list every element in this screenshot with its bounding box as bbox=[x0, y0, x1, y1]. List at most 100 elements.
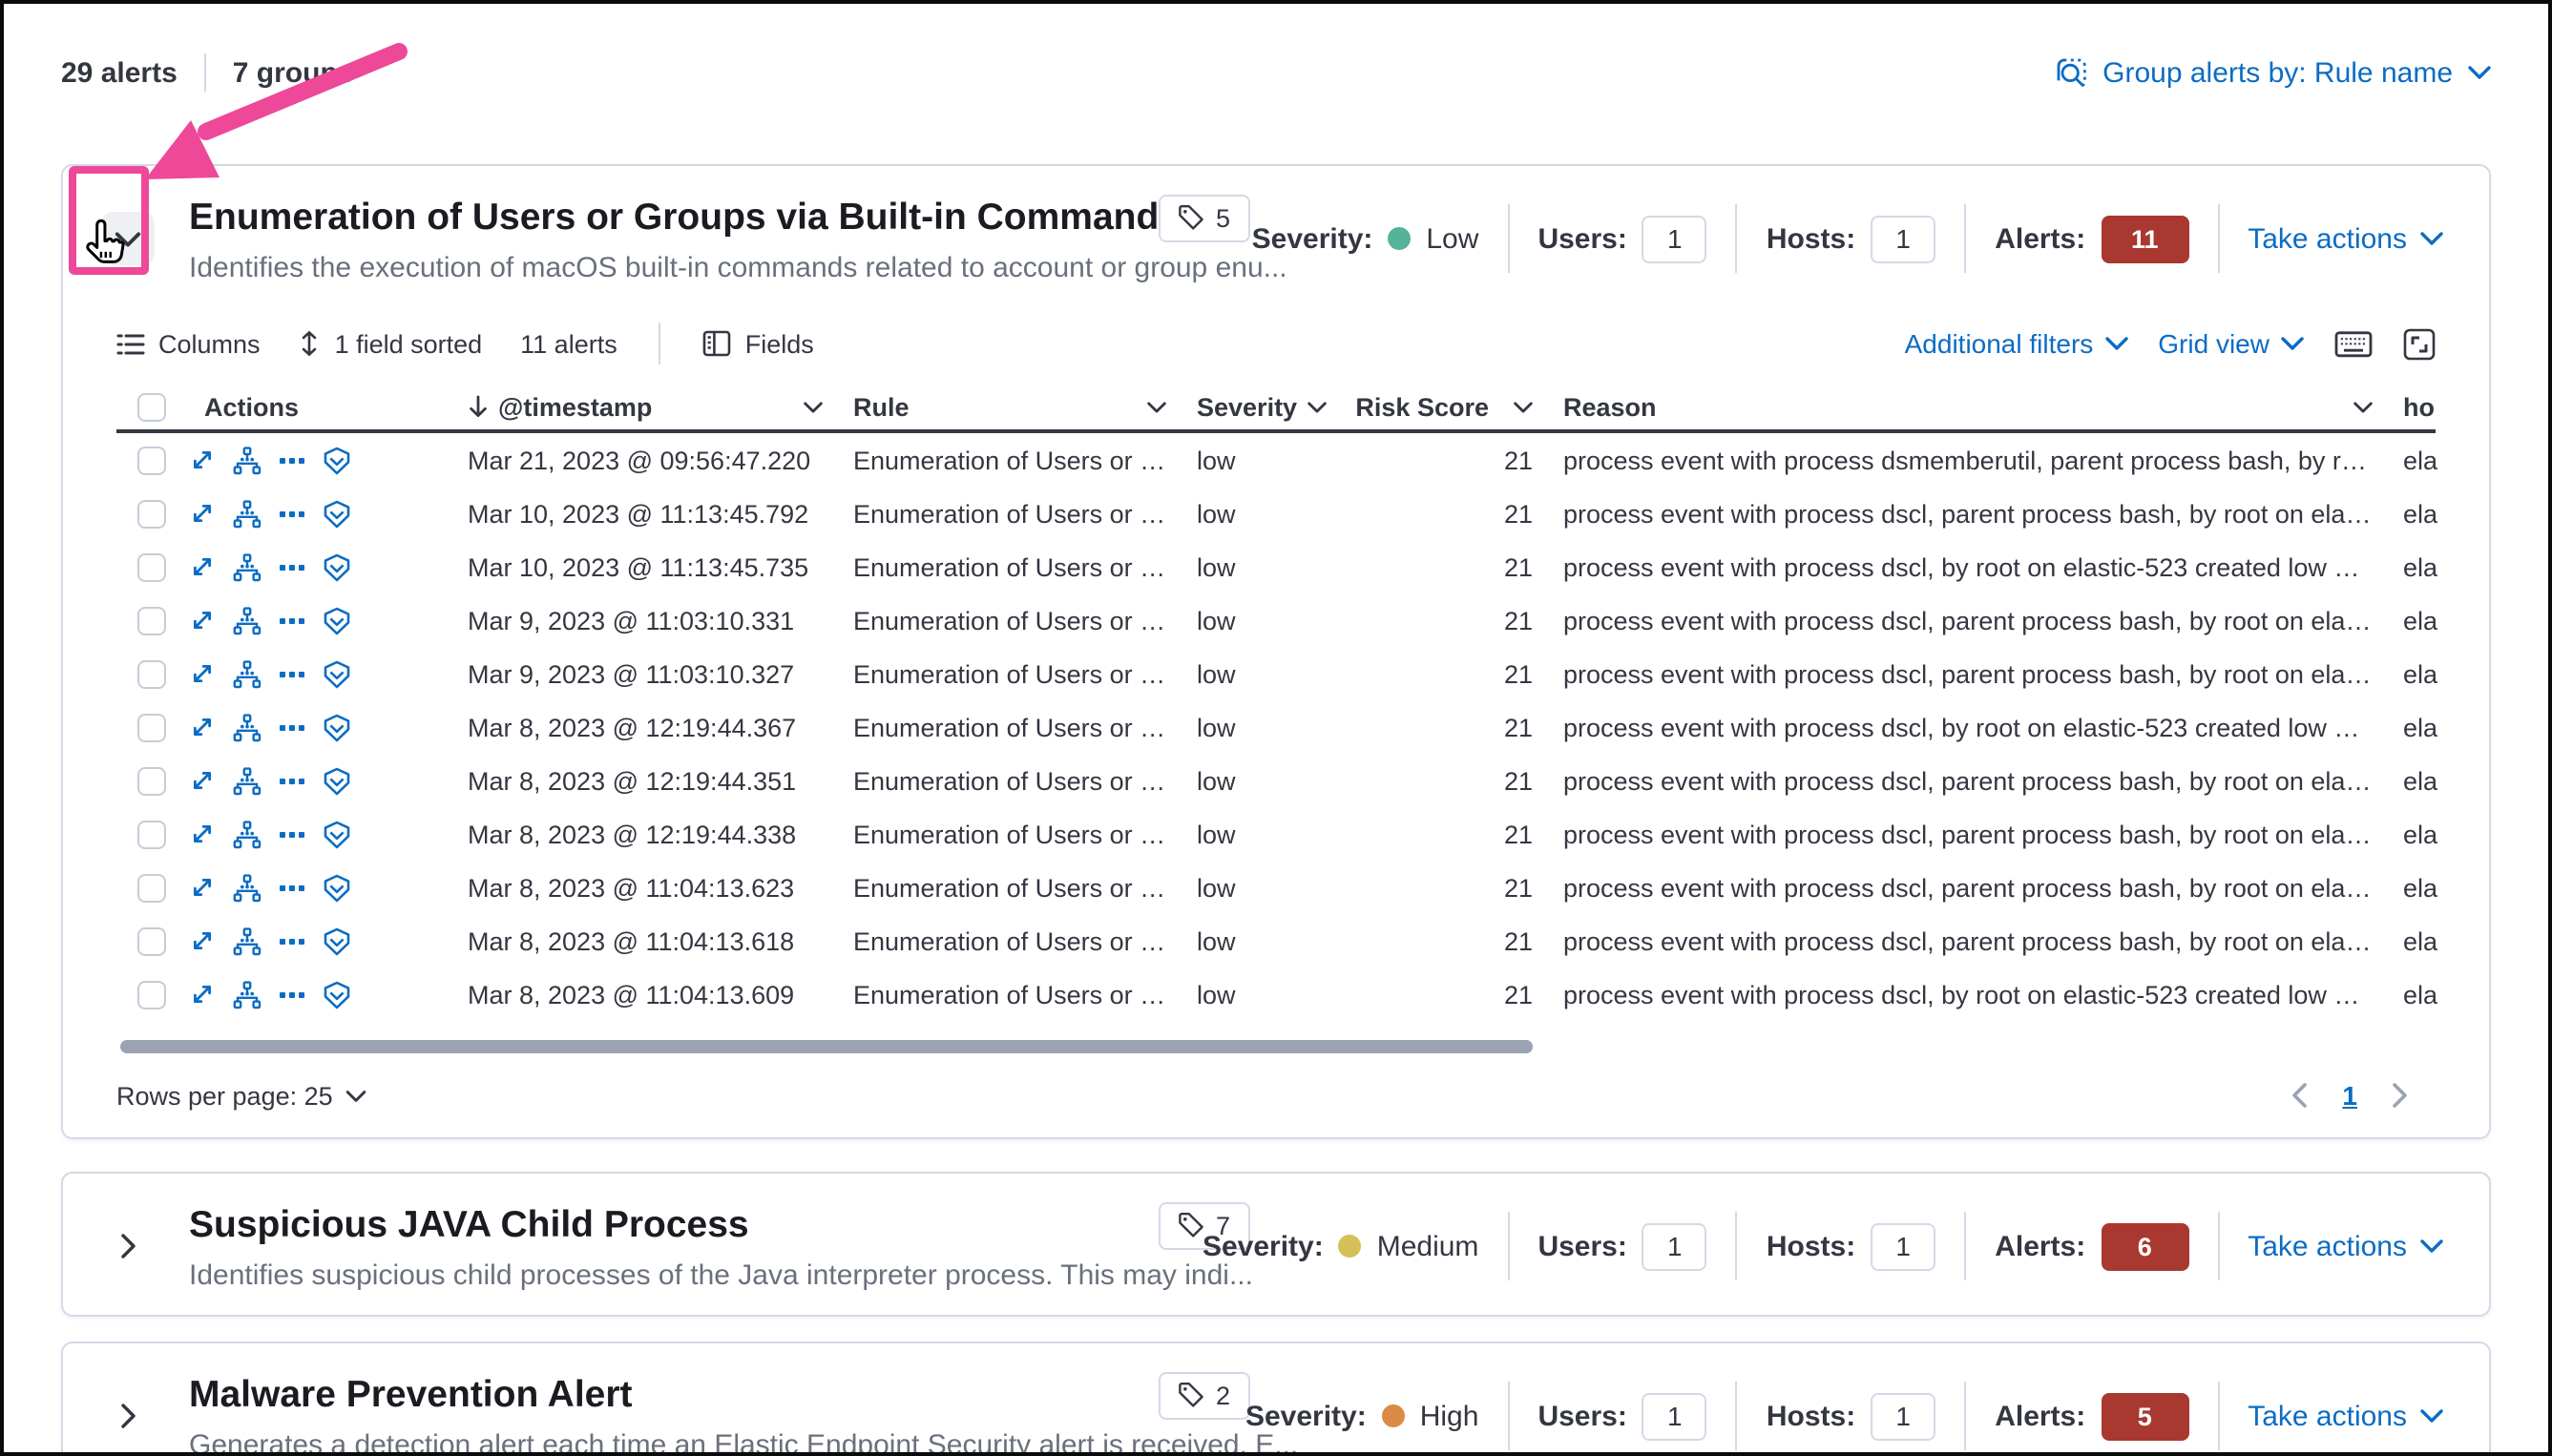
more-actions-button[interactable] bbox=[279, 989, 305, 999]
more-actions-button[interactable] bbox=[279, 722, 305, 732]
expand-alert-detail-button[interactable] bbox=[189, 874, 216, 901]
row-checkbox[interactable] bbox=[136, 552, 165, 581]
rows-per-page-button[interactable]: Rows per page: 25 bbox=[116, 1081, 367, 1110]
more-actions-button[interactable] bbox=[279, 615, 305, 625]
keyboard-shortcuts-button[interactable] bbox=[2334, 329, 2373, 358]
open-session-view-button[interactable] bbox=[323, 606, 351, 634]
additional-filters-button[interactable]: Additional filters bbox=[1905, 328, 2128, 359]
group-alerts-by-button[interactable]: Group alerts by: Rule name bbox=[2055, 56, 2491, 89]
more-actions-button[interactable] bbox=[279, 455, 305, 465]
fullscreen-button[interactable] bbox=[2403, 327, 2436, 360]
take-actions-button[interactable]: Take actions bbox=[2248, 222, 2443, 255]
open-session-view-button[interactable] bbox=[323, 446, 351, 474]
expand-group-button[interactable] bbox=[101, 1389, 155, 1443]
expand-alert-detail-button[interactable] bbox=[189, 821, 216, 847]
tags-badge[interactable]: 2 bbox=[1159, 1371, 1250, 1419]
chevron-right-icon bbox=[2393, 1083, 2407, 1108]
analyze-event-button[interactable] bbox=[233, 446, 261, 474]
row-checkbox[interactable] bbox=[136, 659, 165, 688]
row-checkbox[interactable] bbox=[136, 873, 165, 902]
open-session-view-button[interactable] bbox=[323, 926, 351, 955]
expand-alert-detail-button[interactable] bbox=[189, 660, 216, 687]
row-actions bbox=[185, 659, 452, 688]
row-checkbox[interactable] bbox=[136, 766, 165, 795]
select-all-checkbox[interactable] bbox=[136, 392, 165, 421]
analyze-event-button[interactable] bbox=[233, 980, 261, 1009]
group-title: Suspicious JAVA Child Process bbox=[189, 1203, 749, 1245]
collapse-group-button[interactable] bbox=[101, 212, 155, 265]
more-actions-button[interactable] bbox=[279, 562, 305, 572]
analyzer-graph-icon bbox=[233, 926, 261, 955]
expand-alert-detail-button[interactable] bbox=[189, 553, 216, 580]
open-session-view-button[interactable] bbox=[323, 820, 351, 848]
expand-alert-detail-button[interactable] bbox=[189, 447, 216, 473]
fields-button[interactable]: Fields bbox=[703, 329, 814, 358]
analyze-event-button[interactable] bbox=[233, 926, 261, 955]
expand-alert-detail-button[interactable] bbox=[189, 981, 216, 1008]
chevron-down-icon[interactable] bbox=[1147, 400, 1166, 413]
expand-group-button[interactable] bbox=[101, 1219, 155, 1273]
next-page-button[interactable] bbox=[2392, 1082, 2409, 1109]
page-1-button[interactable]: 1 bbox=[2342, 1080, 2357, 1111]
row-checkbox[interactable] bbox=[136, 820, 165, 848]
take-actions-button[interactable]: Take actions bbox=[2248, 1230, 2443, 1262]
column-header-timestamp[interactable]: @timestamp bbox=[452, 392, 838, 421]
analyze-event-button[interactable] bbox=[233, 606, 261, 634]
more-actions-button[interactable] bbox=[279, 883, 305, 892]
more-actions-button[interactable] bbox=[279, 669, 305, 678]
take-actions-button[interactable]: Take actions bbox=[2248, 1400, 2443, 1432]
expand-alert-detail-button[interactable] bbox=[189, 714, 216, 740]
sort-fields-button[interactable]: 1 field sorted bbox=[299, 329, 482, 358]
expand-alert-detail-button[interactable] bbox=[189, 500, 216, 527]
analyze-event-button[interactable] bbox=[233, 820, 261, 848]
row-checkbox[interactable] bbox=[136, 980, 165, 1009]
analyze-event-button[interactable] bbox=[233, 766, 261, 795]
grid-view-button[interactable]: Grid view bbox=[2158, 328, 2304, 359]
column-header-host[interactable]: ho bbox=[2388, 392, 2464, 421]
open-session-view-button[interactable] bbox=[323, 980, 351, 1009]
row-checkbox[interactable] bbox=[136, 499, 165, 528]
analyze-event-button[interactable] bbox=[233, 499, 261, 528]
chevron-down-icon[interactable] bbox=[2353, 400, 2373, 413]
group-header: Malware Prevention Alert 2 Generates a d… bbox=[63, 1343, 2489, 1452]
expand-alert-detail-button[interactable] bbox=[189, 927, 216, 954]
shield-chevron-icon bbox=[324, 873, 350, 902]
column-header-risk-score[interactable]: Risk Score bbox=[1334, 392, 1548, 421]
table-row: Mar 10, 2023 @ 11:13:45.735 Enumeration … bbox=[116, 540, 2437, 593]
analyze-event-button[interactable] bbox=[233, 659, 261, 688]
tag-icon bbox=[1179, 1383, 1203, 1407]
expand-alert-detail-button[interactable] bbox=[189, 767, 216, 794]
chevron-down-icon[interactable] bbox=[1514, 400, 1533, 413]
analyze-event-button[interactable] bbox=[233, 873, 261, 902]
scrollbar-thumb[interactable] bbox=[120, 1040, 1533, 1053]
row-checkbox[interactable] bbox=[136, 926, 165, 955]
tags-badge[interactable]: 5 bbox=[1159, 194, 1250, 241]
columns-button[interactable]: Columns bbox=[116, 329, 261, 358]
open-session-view-button[interactable] bbox=[323, 766, 351, 795]
column-header-severity[interactable]: Severity bbox=[1182, 392, 1334, 421]
open-session-view-button[interactable] bbox=[323, 713, 351, 741]
shield-chevron-icon bbox=[324, 820, 350, 848]
row-checkbox[interactable] bbox=[136, 446, 165, 474]
column-header-reason[interactable]: Reason bbox=[1548, 392, 2388, 421]
previous-page-button[interactable] bbox=[2291, 1082, 2308, 1109]
open-session-view-button[interactable] bbox=[323, 552, 351, 581]
cell-reason: process event with process dscl, parent … bbox=[1563, 926, 2388, 955]
more-actions-button[interactable] bbox=[279, 776, 305, 785]
column-header-rule[interactable]: Rule bbox=[838, 392, 1182, 421]
open-session-view-button[interactable] bbox=[323, 499, 351, 528]
expand-alert-detail-button[interactable] bbox=[189, 607, 216, 634]
chevron-down-icon[interactable] bbox=[1307, 400, 1326, 413]
analyze-event-button[interactable] bbox=[233, 713, 261, 741]
more-actions-button[interactable] bbox=[279, 936, 305, 946]
open-session-view-button[interactable] bbox=[323, 873, 351, 902]
shield-chevron-icon bbox=[324, 499, 350, 528]
row-checkbox[interactable] bbox=[136, 713, 165, 741]
open-session-view-button[interactable] bbox=[323, 659, 351, 688]
analyze-event-button[interactable] bbox=[233, 552, 261, 581]
row-checkbox[interactable] bbox=[136, 606, 165, 634]
more-actions-button[interactable] bbox=[279, 829, 305, 839]
more-actions-button[interactable] bbox=[279, 509, 305, 518]
chevron-down-icon[interactable] bbox=[804, 400, 823, 413]
cell-severity: low bbox=[1197, 926, 1236, 955]
